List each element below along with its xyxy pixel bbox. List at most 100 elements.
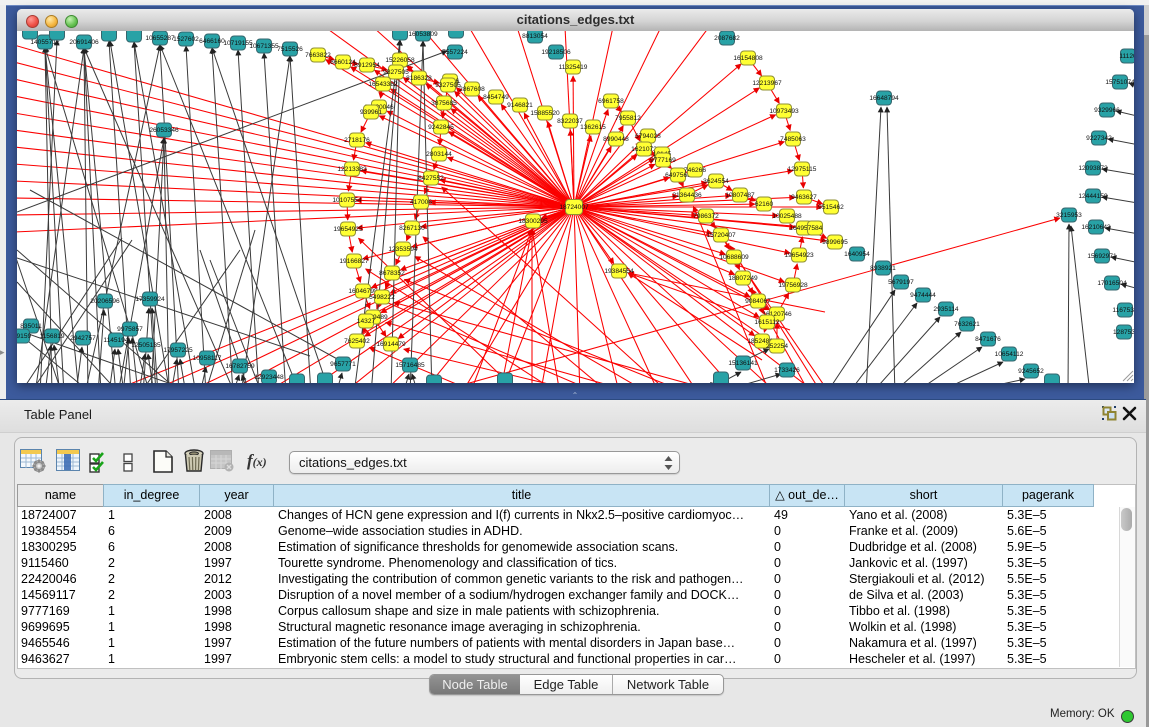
svg-text:15226058: 15226058 — [385, 57, 415, 64]
svg-text:3624554: 3624554 — [703, 178, 729, 185]
svg-text:15885520: 15885520 — [530, 110, 560, 117]
svg-text:12353594: 12353594 — [388, 246, 418, 253]
svg-text:9975857: 9975857 — [117, 326, 143, 333]
svg-text:17016504: 17016504 — [1097, 280, 1127, 287]
svg-text:2867608: 2867608 — [459, 86, 485, 93]
svg-text:746266: 746266 — [684, 167, 706, 174]
svg-text:14327: 14327 — [357, 318, 376, 325]
svg-text:8454749: 8454749 — [483, 94, 509, 101]
svg-text:10807487: 10807487 — [725, 192, 755, 199]
svg-text:5679197: 5679197 — [888, 279, 914, 286]
svg-text:8427552: 8427552 — [418, 175, 444, 182]
svg-text:39159: 39159 — [17, 333, 31, 340]
svg-text:9474444: 9474444 — [910, 292, 936, 299]
svg-text:12923448: 12923448 — [254, 374, 284, 381]
svg-text:16914479: 16914479 — [376, 341, 406, 348]
svg-text:20206596: 20206596 — [90, 298, 120, 305]
svg-text:19654925: 19654925 — [333, 226, 363, 233]
svg-text:7632621: 7632621 — [954, 321, 980, 328]
svg-text:8471676: 8471676 — [975, 336, 1001, 343]
svg-text:19654923: 19654923 — [784, 252, 814, 259]
svg-text:2087682: 2087682 — [714, 35, 740, 42]
svg-text:3215953: 3215953 — [1056, 212, 1082, 219]
svg-text:7557224: 7557224 — [442, 49, 468, 56]
svg-text:1527602: 1527602 — [173, 36, 199, 43]
svg-text:2942757: 2942757 — [70, 335, 96, 342]
svg-text:3875685: 3875685 — [431, 100, 457, 107]
svg-text:15716485: 15716485 — [395, 362, 425, 369]
svg-text:2935114: 2935114 — [933, 306, 959, 313]
svg-text:12213967: 12213967 — [752, 80, 782, 87]
svg-text:9084067: 9084067 — [745, 298, 771, 305]
svg-text:19218506: 19218506 — [541, 49, 571, 56]
svg-text:18300295: 18300295 — [518, 218, 548, 225]
svg-text:2718176: 2718176 — [344, 137, 370, 144]
svg-text:7485063: 7485063 — [780, 136, 806, 143]
svg-text:8678352: 8678352 — [379, 270, 405, 277]
svg-text:16210643: 16210643 — [1081, 224, 1111, 231]
svg-text:8813054: 8813054 — [522, 33, 548, 40]
svg-text:9242845: 9242845 — [428, 124, 454, 131]
svg-text:17359924: 17359924 — [135, 296, 165, 303]
svg-text:10671355: 10671355 — [249, 43, 279, 50]
svg-text:15720407: 15720407 — [706, 232, 736, 239]
svg-text:15136141: 15136141 — [728, 360, 758, 367]
svg-text:252254: 252254 — [766, 343, 788, 350]
svg-text:7955812: 7955812 — [615, 115, 641, 122]
svg-text:12213383: 12213383 — [337, 166, 367, 173]
svg-text:7625402: 7625402 — [344, 338, 370, 345]
svg-text:12093872: 12093872 — [1078, 165, 1108, 172]
svg-text:10958117: 10958117 — [193, 355, 222, 362]
svg-text:10655287: 10655287 — [145, 35, 175, 42]
svg-text:10025488: 10025488 — [772, 213, 802, 220]
svg-text:1145194: 1145194 — [103, 337, 129, 344]
svg-text:1156819: 1156819 — [39, 333, 65, 340]
svg-text:62160: 62160 — [755, 201, 774, 208]
svg-text:7986372: 7986372 — [693, 213, 719, 220]
svg-text:16782759: 16782759 — [225, 363, 255, 370]
svg-text:18724007: 18724007 — [559, 204, 589, 211]
svg-text:16154808: 16154808 — [733, 55, 763, 62]
svg-text:9777169: 9777169 — [650, 157, 676, 164]
svg-text:8660124: 8660124 — [330, 59, 356, 66]
svg-text:26053346: 26053346 — [149, 127, 179, 134]
svg-text:5498222: 5498222 — [369, 294, 395, 301]
svg-text:1167533: 1167533 — [1112, 307, 1134, 314]
svg-text:21364436: 21364436 — [672, 192, 702, 199]
svg-text:11325419: 11325419 — [559, 64, 588, 71]
svg-text:16648794: 16648794 — [869, 95, 899, 102]
svg-text:15692971: 15692971 — [1087, 253, 1117, 260]
svg-text:1362615: 1362615 — [580, 124, 606, 131]
svg-text:19384554: 19384554 — [604, 268, 634, 275]
svg-text:10654112: 10654112 — [995, 351, 1024, 358]
svg-text:6961758: 6961758 — [598, 98, 624, 105]
svg-text:7515526: 7515526 — [277, 46, 303, 53]
svg-text:1733426: 1733426 — [774, 367, 800, 374]
svg-text:9146821: 9146821 — [507, 102, 533, 109]
svg-text:939961: 939961 — [360, 109, 382, 116]
svg-text:9463627: 9463627 — [791, 194, 817, 201]
svg-text:10688609: 10688609 — [719, 254, 749, 261]
svg-text:7663822: 7663822 — [305, 52, 331, 59]
svg-text:8938921: 8938921 — [870, 265, 896, 272]
svg-text:9245652: 9245652 — [1018, 368, 1044, 375]
svg-text:9515462: 9515462 — [818, 204, 844, 211]
svg-text:10107554: 10107554 — [332, 197, 362, 204]
svg-text:12444159: 12444159 — [1078, 193, 1108, 200]
svg-text:6794028: 6794028 — [635, 133, 661, 140]
svg-text:19166827: 19166827 — [339, 258, 369, 265]
svg-text:17957225: 17957225 — [163, 347, 193, 354]
svg-text:417006: 417006 — [410, 199, 432, 206]
svg-text:20691406: 20691406 — [69, 39, 99, 46]
svg-text:19756928: 19756928 — [778, 282, 808, 289]
svg-text:9899695: 9899695 — [822, 239, 848, 246]
svg-text:12975115: 12975115 — [788, 166, 817, 173]
svg-text:8990448: 8990448 — [603, 136, 629, 143]
svg-text:7584: 7584 — [808, 225, 823, 232]
svg-text:12505135: 12505135 — [131, 342, 161, 349]
svg-text:9227342: 9227342 — [1086, 135, 1112, 142]
svg-text:1615112: 1615112 — [754, 319, 780, 326]
svg-text:16543382: 16543382 — [368, 81, 398, 88]
svg-text:18807249: 18807249 — [728, 275, 758, 282]
svg-text:11120: 11120 — [1119, 53, 1134, 60]
